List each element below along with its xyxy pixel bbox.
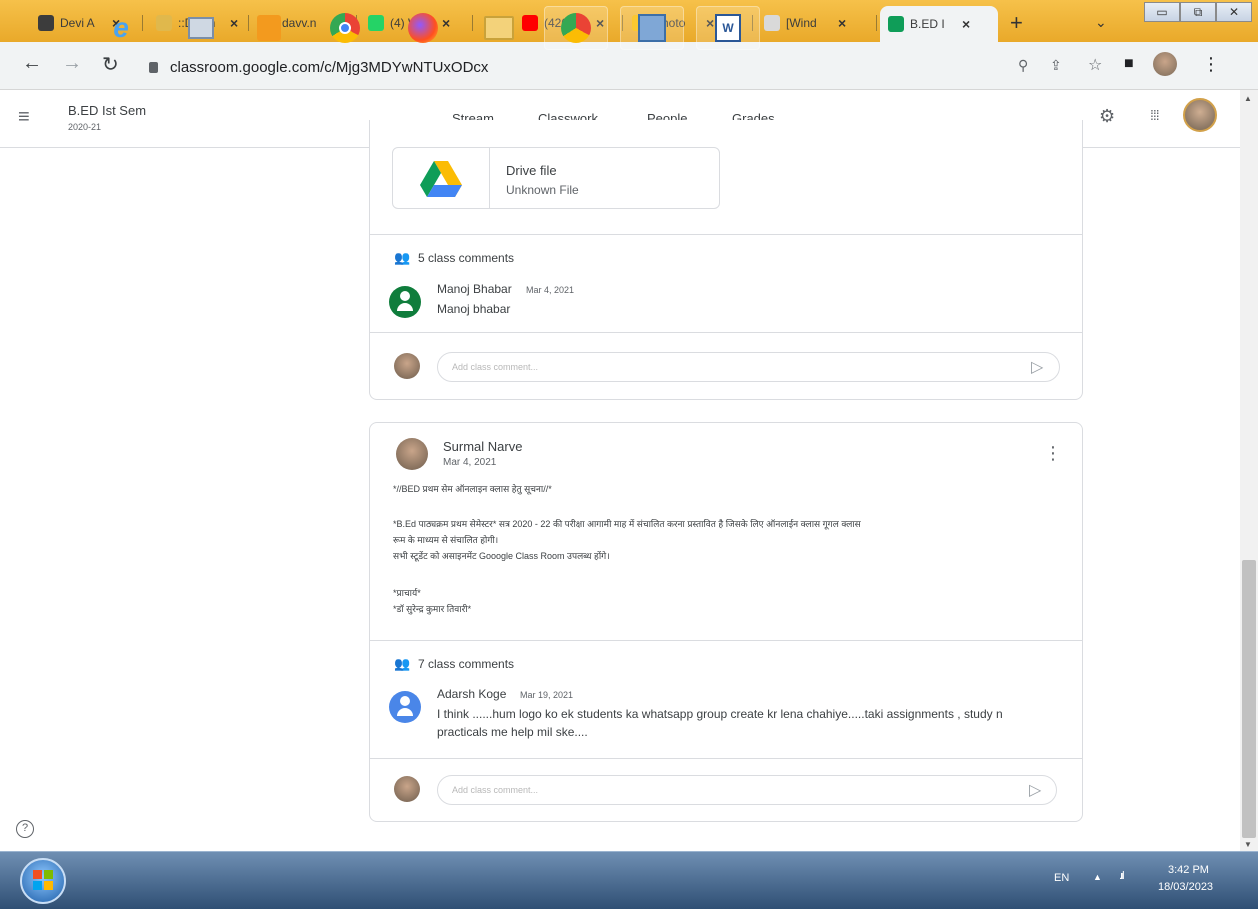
comment-input[interactable]: Add class comment...	[437, 775, 1057, 805]
address-bar[interactable]: classroom.google.com/c/Mjg3MDYwNTUxODcx	[145, 52, 995, 82]
explorer-network-icon[interactable]	[178, 6, 224, 50]
tab-close-icon[interactable]: ×	[962, 16, 970, 32]
tab-favicon-icon	[764, 15, 780, 31]
tab-favicon-icon	[38, 15, 54, 31]
class-comments-link[interactable]: 7 class comments	[418, 657, 514, 671]
side-panel-icon[interactable]: ■	[1124, 55, 1134, 73]
class-name[interactable]: B.ED Ist Sem	[68, 103, 146, 118]
send-icon[interactable]: ▷	[1029, 780, 1041, 800]
settings-gear-icon[interactable]: ⚙	[1099, 106, 1115, 127]
tab-close-icon[interactable]: ×	[230, 15, 238, 31]
scrollbar-thumb[interactable]	[1242, 560, 1256, 838]
comment-author: Adarsh Koge	[437, 687, 507, 701]
class-section: 2020-21	[68, 122, 102, 132]
tab-favicon-icon	[522, 15, 538, 31]
hamburger-menu-icon[interactable]: ≡	[18, 106, 30, 129]
word-icon[interactable]: W	[696, 6, 760, 50]
chrome-taskbar-icon[interactable]	[322, 6, 368, 50]
back-arrow-icon[interactable]: ←	[22, 52, 42, 75]
class-comments-icon: 👥	[394, 250, 411, 265]
tab-separator	[876, 15, 877, 31]
maximize-button[interactable]: ⧉	[1180, 2, 1216, 22]
comment-date: Mar 19, 2021	[520, 690, 574, 700]
person-icon	[397, 291, 413, 311]
author-avatar	[396, 438, 428, 470]
divider	[370, 758, 1082, 759]
help-icon[interactable]: ?	[16, 820, 34, 838]
media-player-icon[interactable]	[246, 6, 292, 50]
chrome-profile-taskbar-icon[interactable]	[544, 6, 608, 50]
post-body-line: रूम के माध्यम से संचालित होगी।	[393, 535, 499, 545]
attachment-type: Unknown File	[506, 183, 579, 197]
comment-text: I think ......hum logo ko ek students ka…	[437, 707, 1003, 721]
lock-icon	[149, 61, 158, 73]
zoom-icon[interactable]: ⚲	[1018, 57, 1028, 74]
show-hidden-icons-icon[interactable]: ▲	[1093, 872, 1102, 882]
profile-avatar[interactable]	[1153, 52, 1177, 76]
my-avatar	[394, 353, 420, 379]
network-signal-icon[interactable]: .ııl	[1119, 870, 1124, 882]
share-icon[interactable]: ⇪	[1050, 57, 1062, 74]
post-date: Mar 4, 2021	[443, 457, 497, 468]
comment-text: practicals me help mil ske....	[437, 725, 588, 739]
scroll-up-arrow-icon[interactable]: ▲	[1244, 94, 1252, 103]
language-indicator[interactable]: EN	[1054, 872, 1069, 884]
scroll-down-arrow-icon[interactable]: ▼	[1244, 840, 1252, 849]
comment-date: Mar 4, 2021	[526, 285, 575, 295]
post-more-options-icon[interactable]: ⋮	[1044, 443, 1062, 464]
send-icon[interactable]: ▷	[1031, 357, 1043, 377]
attachment-title: Drive file	[506, 163, 557, 178]
user-avatar[interactable]	[1183, 98, 1217, 132]
divider	[370, 640, 1082, 641]
post-body-line: *प्राचार्य*	[393, 588, 421, 598]
comment-author: Manoj Bhabar	[437, 282, 512, 296]
bookmark-star-icon[interactable]: ☆	[1088, 55, 1102, 75]
network-app-icon[interactable]	[620, 6, 684, 50]
class-comments-icon: 👥	[394, 656, 411, 671]
close-window-button[interactable]: ✕	[1216, 2, 1252, 22]
comment-text: Manoj bhabar	[437, 302, 511, 316]
person-icon	[397, 696, 413, 716]
post-body-line: सभी स्टूडेंट को असाइनमेंट Gooogle Class …	[393, 551, 610, 561]
file-explorer-icon[interactable]	[476, 6, 522, 50]
minimize-button[interactable]: ▭	[1144, 2, 1180, 22]
browser-tab[interactable]: B.ED I ×	[880, 6, 998, 42]
firefox-icon[interactable]	[400, 6, 446, 50]
my-avatar	[394, 776, 420, 802]
google-drive-icon	[420, 161, 462, 197]
clock-time[interactable]: 3:42 PM	[1168, 864, 1209, 876]
post-body-line: *//BED प्रथम सेम ऑनलाइन क्लास हेतु सूचना…	[393, 484, 552, 494]
internet-explorer-icon[interactable]: e	[98, 6, 144, 50]
tab-favicon-icon	[156, 15, 172, 31]
tab-title: B.ED I	[910, 17, 945, 31]
tab-separator	[472, 15, 473, 31]
browser-tab[interactable]: [Wind ×	[756, 9, 872, 37]
new-tab-button[interactable]: +	[1010, 10, 1023, 36]
divider	[370, 234, 1082, 235]
forward-arrow-icon[interactable]: →	[62, 52, 82, 75]
clock-date[interactable]: 18/03/2023	[1158, 881, 1213, 893]
windows-taskbar	[0, 851, 1258, 909]
post-author: Surmal Narve	[443, 439, 523, 454]
tab-favicon-icon	[888, 16, 904, 32]
post-body-line: *डॉ सुरेन्द्र कुमार तिवारी*	[393, 604, 472, 614]
windows-logo-icon	[33, 870, 53, 890]
tab-title: [Wind	[786, 16, 817, 30]
apps-grid-icon[interactable]: ⁞⁞⁞	[1150, 107, 1160, 123]
tab-close-icon[interactable]: ×	[838, 15, 846, 31]
browser-menu-icon[interactable]: ⋮	[1202, 54, 1220, 75]
class-comments-link[interactable]: 5 class comments	[418, 251, 514, 265]
tab-favicon-icon	[368, 15, 384, 31]
post-body-line: *B.Ed पाठ्यक्रम प्रथम सेमेस्टर* सत्र 202…	[393, 519, 861, 529]
tab-search-chevron-icon[interactable]: ⌄	[1095, 14, 1107, 31]
address-text: classroom.google.com/c/Mjg3MDYwNTUxODcx	[170, 58, 489, 76]
reload-icon[interactable]: ↻	[102, 52, 119, 77]
divider	[370, 332, 1082, 333]
comment-input[interactable]: Add class comment...	[437, 352, 1060, 382]
